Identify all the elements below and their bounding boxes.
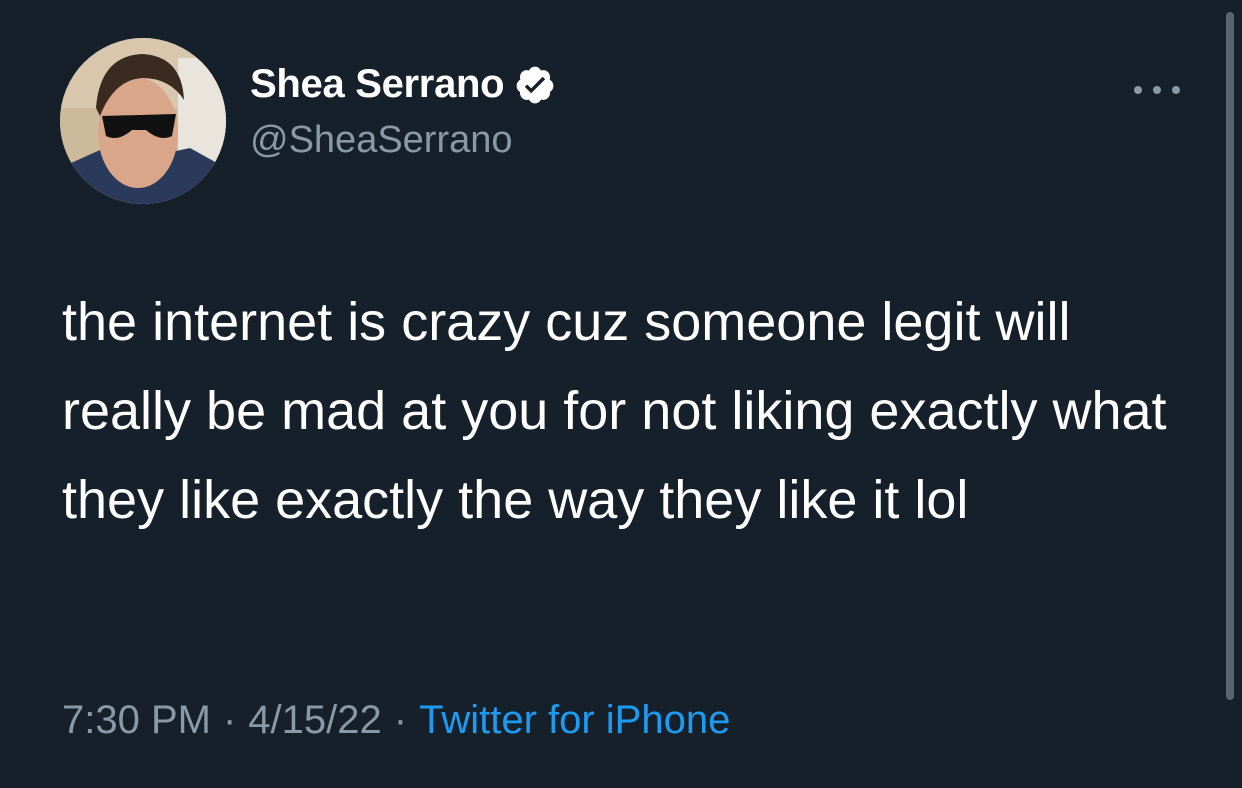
more-options-button[interactable] xyxy=(1134,78,1180,102)
tweet-date[interactable]: 4/15/22 xyxy=(248,698,381,742)
author-block: Shea Serrano @SheaSerrano xyxy=(250,62,556,162)
tweet-source-link[interactable]: Twitter for iPhone xyxy=(419,698,730,742)
ellipsis-icon-dot xyxy=(1134,86,1142,94)
avatar[interactable] xyxy=(60,38,226,204)
verified-badge-icon xyxy=(514,64,556,106)
user-handle[interactable]: @SheaSerrano xyxy=(250,119,556,162)
ellipsis-icon-dot xyxy=(1172,86,1180,94)
tweet-card: Shea Serrano @SheaSerrano the internet i… xyxy=(0,0,1242,788)
display-name[interactable]: Shea Serrano xyxy=(250,62,505,107)
tweet-text: the internet is crazy cuz someone legit … xyxy=(62,292,1167,530)
ellipsis-icon-dot xyxy=(1153,86,1161,94)
meta-separator: · xyxy=(393,698,408,742)
name-row: Shea Serrano xyxy=(250,62,556,107)
scrollbar[interactable] xyxy=(1226,12,1234,700)
meta-separator: · xyxy=(222,698,237,742)
tweet-time[interactable]: 7:30 PM xyxy=(62,698,211,742)
tweet-meta: 7:30 PM · 4/15/22 · Twitter for iPhone xyxy=(62,698,730,743)
